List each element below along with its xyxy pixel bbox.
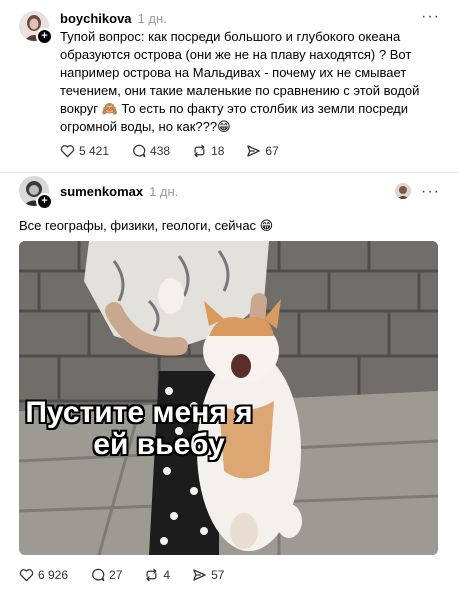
post-time: 1 дн. (137, 11, 167, 26)
post-text: Все географы, физики, геологи, сейчас 😁 (19, 218, 274, 233)
comment-count: 27 (109, 568, 123, 582)
like-count: 6 926 (38, 568, 69, 582)
like-button[interactable]: 5 421 (60, 144, 109, 158)
repost-count: 4 (163, 568, 171, 582)
heart-icon (60, 145, 75, 158)
username[interactable]: sumenkomax 1 дн. (60, 184, 178, 199)
username[interactable]: boychikova 1 дн. (60, 11, 167, 26)
heart-icon (19, 569, 34, 582)
meme-caption-line1: Пустите меня я (25, 396, 253, 429)
comment-button[interactable]: 27 (90, 568, 122, 582)
comment-button[interactable]: 438 (131, 144, 170, 158)
share-icon (247, 145, 261, 157)
follow-plus-icon[interactable]: + (36, 28, 53, 45)
share-count: 57 (211, 568, 225, 582)
more-icon[interactable]: ··· (421, 184, 440, 200)
comment-icon (133, 144, 146, 158)
post-time: 1 дн. (149, 184, 179, 199)
share-button[interactable]: 57 (192, 568, 224, 582)
mentioned-avatar-icon[interactable] (395, 183, 411, 199)
more-icon[interactable]: ··· (421, 9, 440, 25)
post-text: Тупой вопрос: как посреди большого и глу… (60, 29, 420, 134)
repost-icon (146, 568, 157, 582)
post-actions: 5 421 438 18 67 (60, 144, 301, 158)
post-1: + boychikova 1 дн. ··· Тупой вопрос: как … (0, 0, 459, 172)
like-button[interactable]: 6 926 (19, 568, 68, 582)
share-count: 67 (265, 144, 279, 158)
repost-button[interactable]: 18 (192, 144, 224, 158)
share-icon (193, 569, 206, 581)
follow-plus-icon[interactable]: + (36, 193, 53, 210)
comment-icon (92, 568, 105, 582)
username-text[interactable]: boychikova (60, 11, 132, 26)
post-actions: 6 926 27 4 57 (19, 568, 246, 582)
post-2: + sumenkomax 1 дн. ··· Все географы, физи… (0, 173, 459, 600)
meme-image[interactable]: Пустите меня я ей вьебу (19, 241, 438, 555)
comment-count: 438 (150, 144, 171, 158)
like-count: 5 421 (79, 144, 110, 158)
repost-icon (194, 144, 205, 158)
meme-caption-line2: ей вьебу (93, 428, 225, 461)
repost-count: 18 (211, 144, 225, 158)
username-text[interactable]: sumenkomax (60, 184, 143, 199)
share-button[interactable]: 67 (246, 144, 279, 158)
repost-button[interactable]: 4 (144, 568, 170, 582)
